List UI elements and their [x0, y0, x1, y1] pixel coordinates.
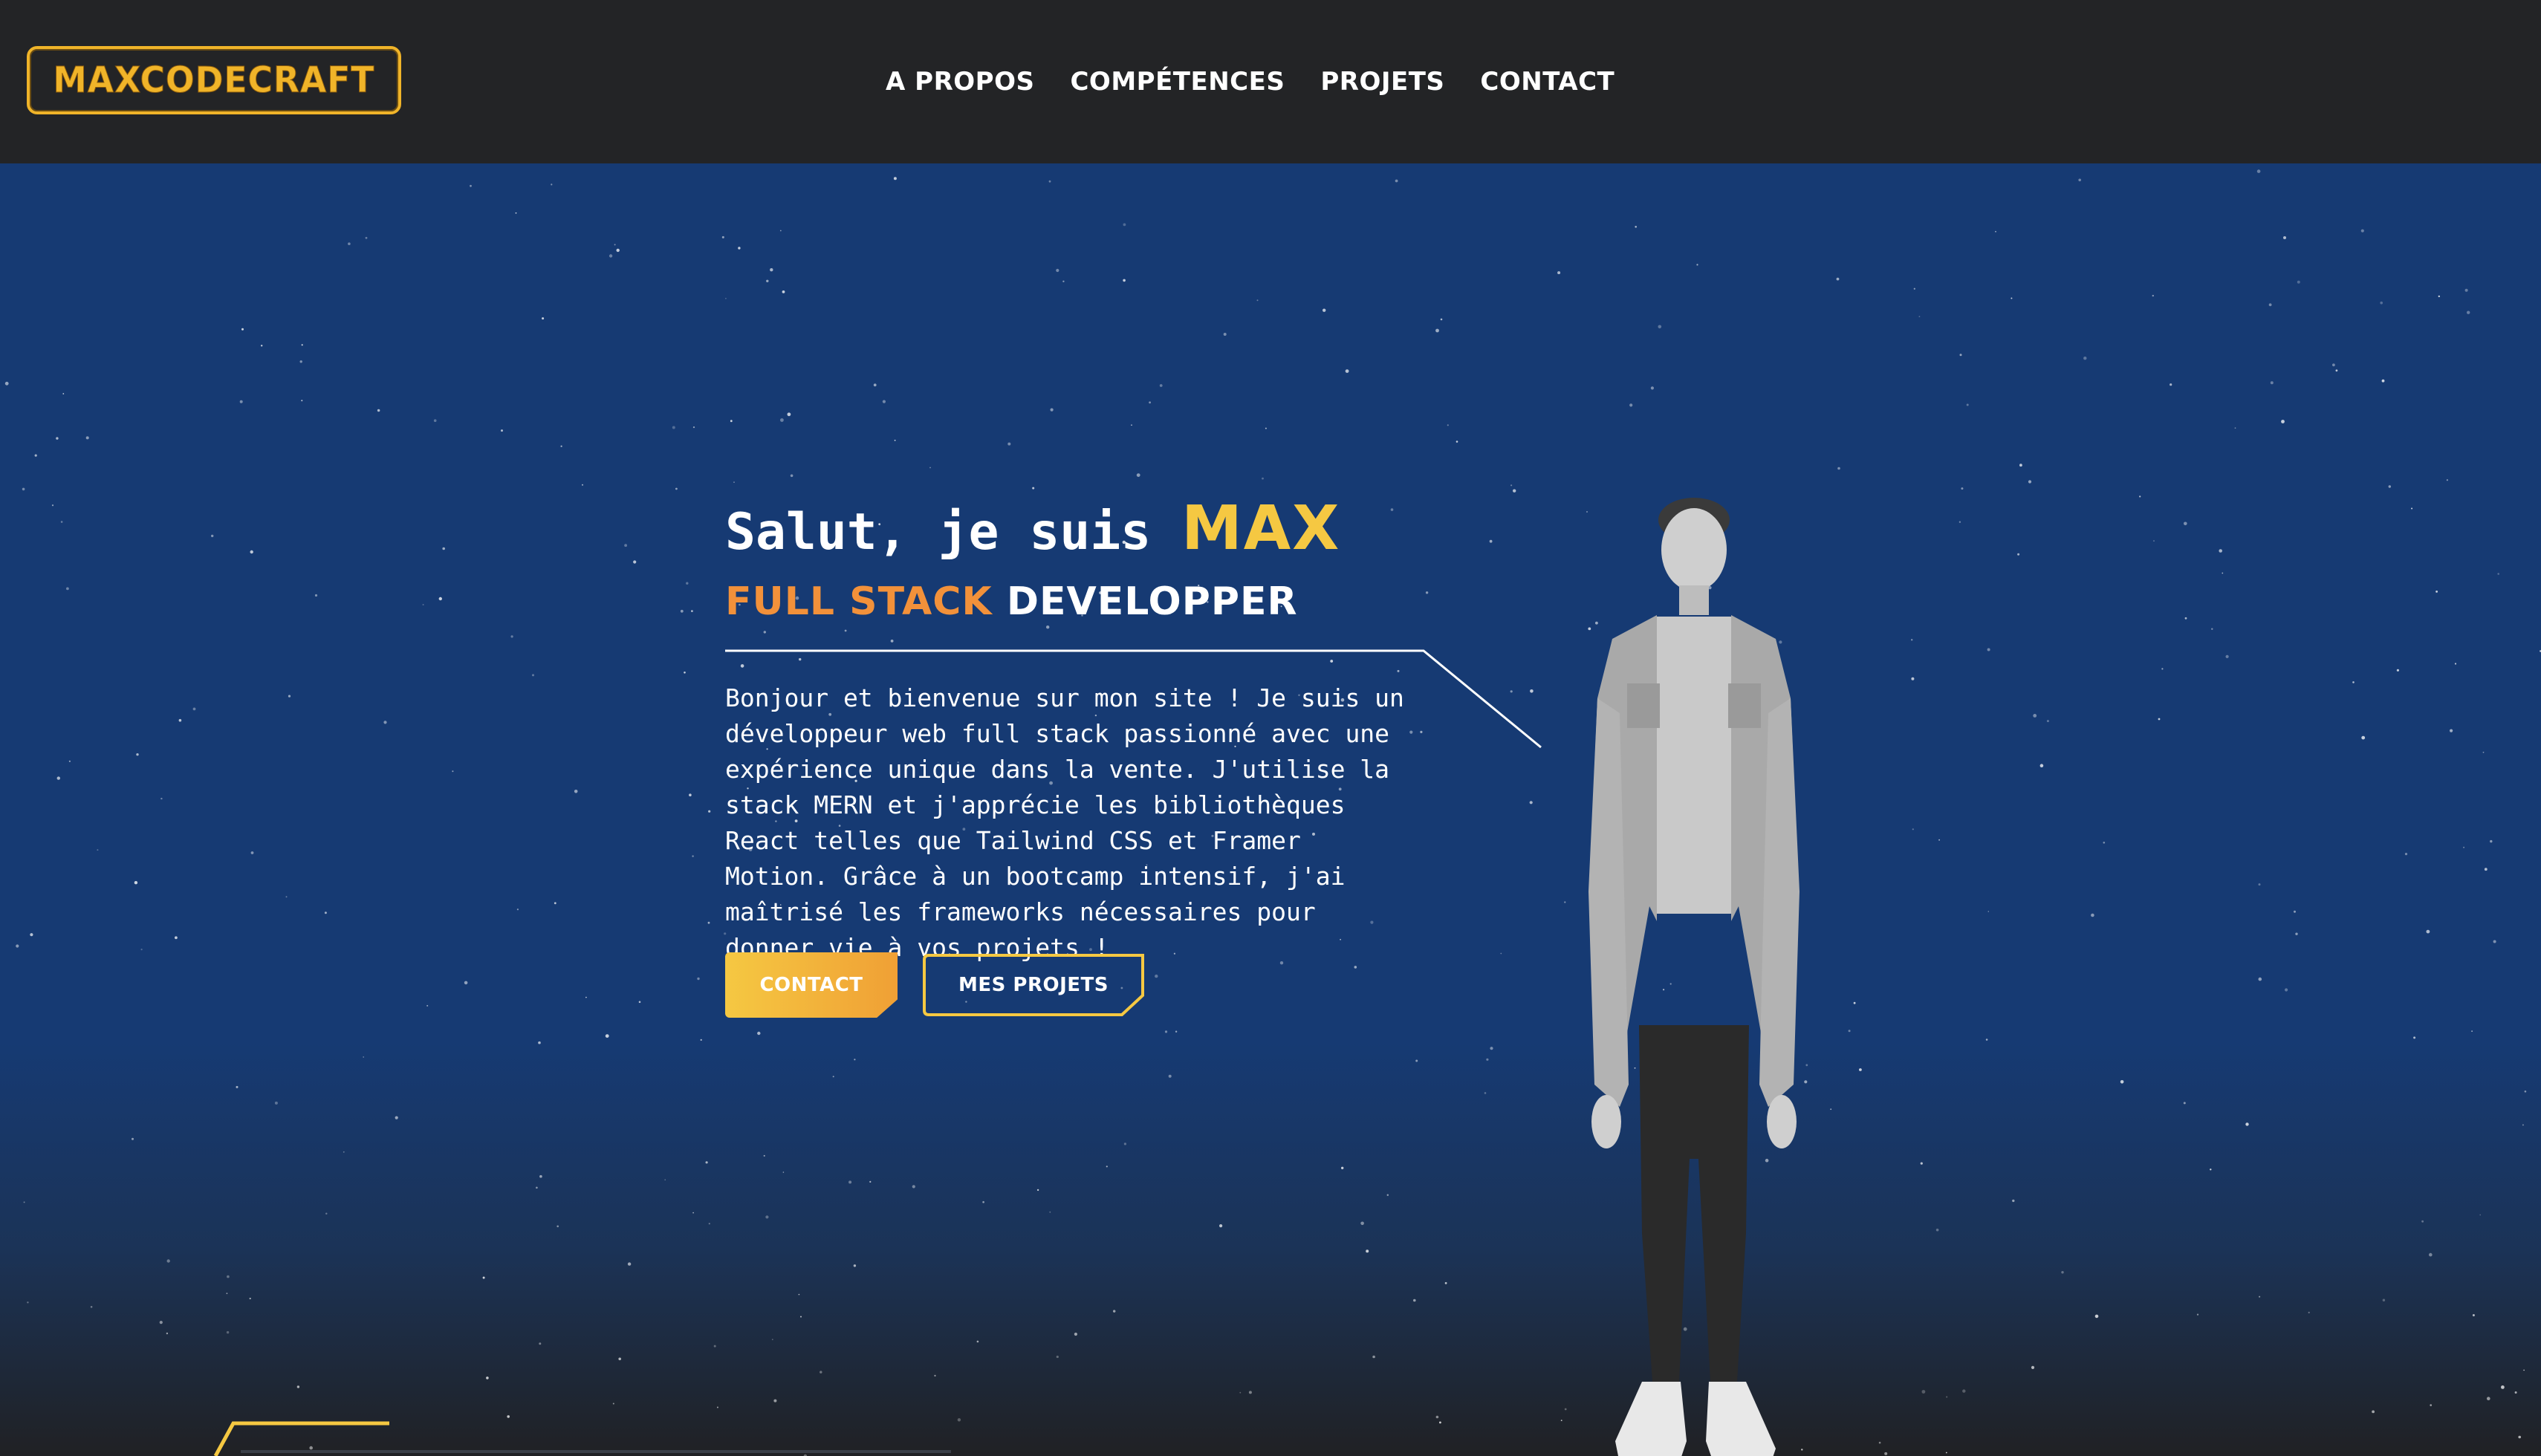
greeting-prefix: Salut, je suis: [725, 503, 1182, 562]
hero-section: Salut, je suis MAX FULL STACK DEVELOPPER…: [0, 163, 2541, 1456]
logo-text: MAXCODECRAFT: [53, 59, 375, 102]
hero-bio: Bonjour et bienvenue sur mon site ! Je s…: [725, 683, 1404, 962]
nav-link-projets[interactable]: PROJETS: [1320, 67, 1444, 97]
nav-link-contact[interactable]: CONTACT: [1480, 67, 1615, 97]
role-highlight: FULL STACK: [725, 579, 993, 624]
nav-link-competences[interactable]: COMPÉTENCES: [1070, 67, 1285, 97]
projects-button[interactable]: MES PROJETS: [921, 952, 1146, 1018]
nav-link-a-propos[interactable]: A PROPOS: [886, 67, 1034, 97]
site-header: MAXCODECRAFT A PROPOS COMPÉTENCES PROJET…: [0, 0, 2541, 163]
site-logo[interactable]: MAXCODECRAFT: [27, 46, 401, 114]
main-nav: A PROPOS COMPÉTENCES PROJETS CONTACT: [886, 62, 1615, 101]
section-bottom-decoration: [213, 1421, 951, 1456]
role-rest: DEVELOPPER: [992, 579, 1298, 624]
contact-button[interactable]: CONTACT: [725, 952, 898, 1018]
projects-button-label: MES PROJETS: [958, 974, 1109, 996]
hero-name: MAX: [1181, 493, 1341, 564]
developer-portrait: [1588, 498, 1800, 1456]
hero-role: FULL STACK DEVELOPPER: [725, 579, 1298, 624]
hero-greeting: Salut, je suis MAX: [725, 493, 1340, 564]
